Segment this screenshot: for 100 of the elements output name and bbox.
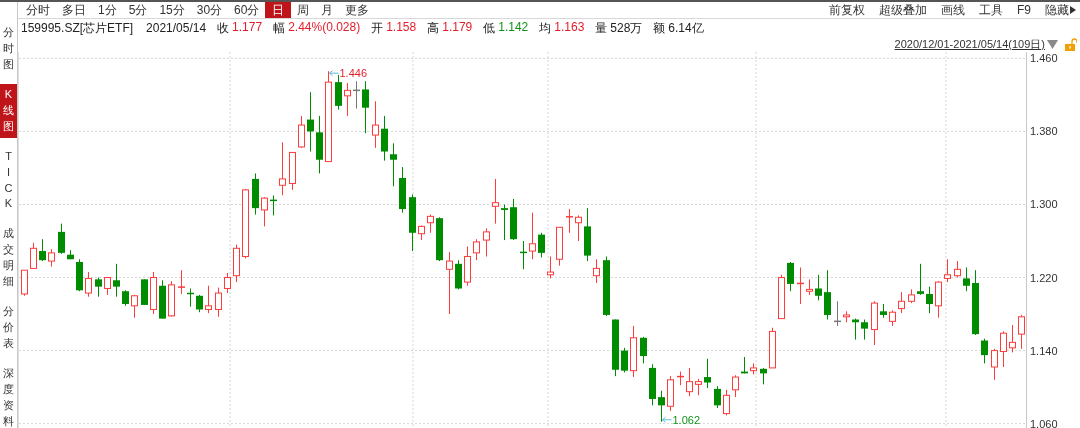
candlestick bbox=[131, 294, 138, 319]
period-tab[interactable]: 月 bbox=[315, 2, 340, 18]
field-label: 均 bbox=[539, 19, 552, 37]
period-tab[interactable]: 15分 bbox=[153, 2, 191, 18]
period-tab[interactable]: 多日 bbox=[56, 2, 92, 18]
candlestick bbox=[58, 223, 65, 255]
toolbar-button[interactable]: 工具 bbox=[979, 2, 1003, 18]
field-label: 高 bbox=[427, 19, 440, 37]
field-value: 1.163 bbox=[554, 19, 585, 36]
candlestick bbox=[640, 336, 647, 364]
field-label: 开 bbox=[371, 19, 384, 37]
candlestick bbox=[67, 249, 74, 260]
candlestick bbox=[85, 271, 92, 298]
field-value: 1.142 bbox=[498, 19, 529, 36]
candlestick bbox=[186, 288, 195, 308]
candlestick bbox=[177, 269, 186, 295]
side-tab[interactable]: 分时图 bbox=[0, 22, 17, 76]
candlestick bbox=[224, 272, 231, 294]
field-value: 6.14亿 bbox=[668, 19, 704, 37]
candlestick bbox=[908, 288, 915, 304]
candlestick bbox=[242, 188, 249, 259]
candlestick bbox=[898, 291, 905, 314]
period-tab[interactable]: 分时 bbox=[20, 2, 56, 18]
candlestick bbox=[48, 248, 55, 268]
candlestick bbox=[510, 198, 517, 241]
candlestick bbox=[1000, 330, 1007, 368]
candlestick bbox=[732, 374, 739, 398]
candlestick bbox=[76, 258, 83, 292]
field-value: 528万 bbox=[610, 19, 643, 37]
period-tab[interactable]: 更多 bbox=[339, 2, 376, 18]
candlestick bbox=[233, 244, 240, 283]
candlestick bbox=[1018, 314, 1025, 350]
candlestick bbox=[215, 287, 222, 318]
candlestick bbox=[501, 204, 508, 241]
candlestick bbox=[113, 263, 120, 298]
axis-tick-label: 1.060 bbox=[1030, 416, 1058, 428]
candlestick bbox=[307, 91, 314, 152]
toolbar-button[interactable]: 前复权 bbox=[829, 2, 865, 18]
date-range-link[interactable]: 2020/12/01-2021/05/14(109日) bbox=[894, 37, 1045, 52]
candlestick bbox=[390, 142, 397, 187]
axis-tick-label: 1.220 bbox=[1030, 270, 1058, 285]
side-tab[interactable]: 分价表 bbox=[0, 301, 17, 355]
candlestick bbox=[852, 318, 859, 341]
candlestick bbox=[741, 356, 748, 374]
leader-line bbox=[329, 70, 339, 77]
candlestick bbox=[21, 269, 28, 297]
candlestick bbox=[565, 208, 574, 234]
period-tab[interactable]: 5分 bbox=[122, 2, 154, 18]
candlestick bbox=[316, 115, 323, 174]
candlestick bbox=[289, 151, 296, 191]
toolbar-button[interactable]: 超级叠加 bbox=[879, 2, 927, 18]
candlestick bbox=[252, 172, 259, 215]
candlestick bbox=[473, 238, 480, 261]
candlestick bbox=[538, 232, 545, 258]
candlestick bbox=[464, 246, 471, 287]
caret-icon bbox=[1070, 6, 1076, 14]
candlestick bbox=[492, 178, 499, 225]
period-tab[interactable]: 1分 bbox=[92, 2, 123, 18]
side-tab[interactable]: K线图 bbox=[0, 83, 17, 138]
period-tab[interactable]: 周 bbox=[291, 2, 316, 18]
candlestick bbox=[298, 115, 305, 149]
candlestick bbox=[815, 274, 822, 301]
period-tab[interactable]: 60分 bbox=[228, 2, 266, 18]
candlestick bbox=[704, 358, 711, 389]
field-value: 1.158 bbox=[386, 19, 417, 36]
candlestick bbox=[963, 267, 970, 292]
menu-button[interactable]: 隐藏 bbox=[1045, 2, 1076, 18]
candlestick bbox=[981, 338, 988, 364]
period-tab[interactable]: 30分 bbox=[190, 2, 229, 18]
candlestick bbox=[159, 279, 166, 320]
dropdown-icon[interactable] bbox=[1047, 40, 1058, 49]
candlestick bbox=[880, 303, 887, 319]
period-tab[interactable]: 日 bbox=[265, 2, 292, 18]
candlestick bbox=[584, 207, 591, 262]
toolbar-button[interactable]: F9 bbox=[1017, 2, 1031, 18]
field-value: 1.177 bbox=[232, 19, 263, 36]
candlestick bbox=[205, 285, 212, 314]
side-tab[interactable]: TICK bbox=[1, 145, 16, 216]
candlestick bbox=[335, 74, 342, 110]
field-label: 幅 bbox=[273, 19, 286, 37]
axis-tick-label: 1.300 bbox=[1030, 197, 1058, 212]
low-price-label: 1.062 bbox=[672, 413, 701, 426]
candlestick bbox=[612, 319, 619, 377]
candlestick bbox=[418, 225, 425, 241]
toolbar-button[interactable]: 画线 bbox=[941, 2, 965, 18]
candlestick bbox=[446, 251, 453, 315]
side-tab[interactable]: 成交明细 bbox=[0, 223, 17, 294]
candlestick bbox=[409, 193, 416, 252]
candlestick bbox=[141, 278, 148, 306]
candlestick bbox=[95, 277, 102, 298]
candlestick bbox=[778, 274, 785, 320]
candlestick bbox=[750, 362, 757, 375]
candlestick bbox=[630, 325, 637, 378]
candlestick bbox=[944, 258, 951, 283]
lock-icon[interactable] bbox=[1064, 38, 1077, 51]
side-tab[interactable]: 深度资料 bbox=[0, 362, 17, 428]
candlestick bbox=[667, 375, 674, 412]
candlestick bbox=[658, 390, 665, 423]
candlestick bbox=[372, 100, 379, 149]
candlestick bbox=[621, 347, 628, 373]
